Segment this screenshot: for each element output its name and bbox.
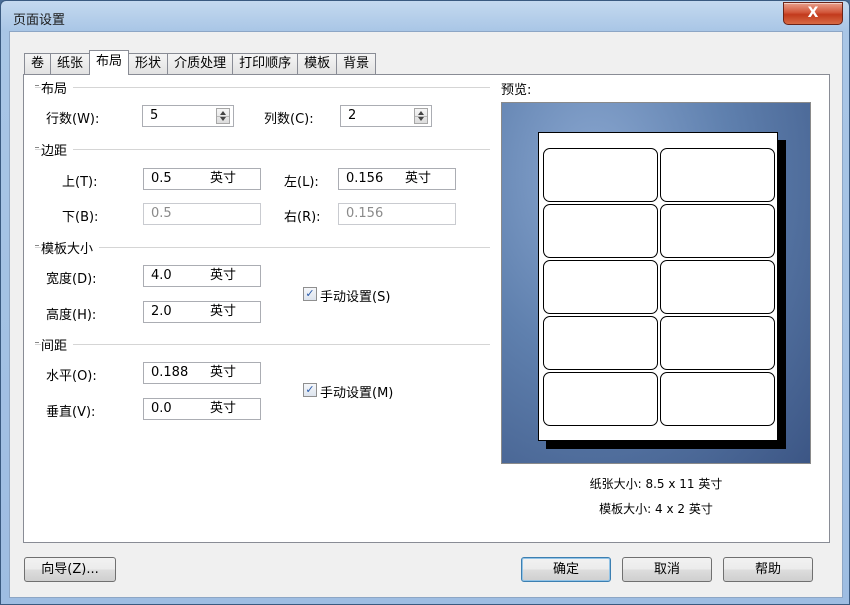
- preview-label-cell: [660, 148, 775, 202]
- left-margin-unit: 英寸: [405, 171, 432, 186]
- tab-strip: 卷 纸张 布局 形状 介质处理 打印顺序 模板 背景: [24, 50, 377, 75]
- preview-label-cell: [543, 204, 658, 258]
- top-margin-label: 上(T):: [62, 175, 98, 190]
- preview-label-cell: [543, 372, 658, 426]
- paper-size-text: 纸张大小: 8.5 x 11 英寸: [589, 477, 723, 491]
- preview-label-cell: [660, 204, 775, 258]
- manual-spacing-checkbox[interactable]: ✓ 手动设置(M): [303, 382, 413, 401]
- ok-button[interactable]: 确定: [521, 557, 611, 582]
- layout-group-label: 布局: [41, 78, 74, 97]
- horizontal-spacing-unit: 英寸: [210, 365, 237, 380]
- preview-label-cell: [543, 316, 658, 370]
- top-margin-unit: 英寸: [210, 171, 237, 186]
- vertical-spacing-label: 垂直(V):: [46, 405, 96, 420]
- label-grid: [543, 148, 775, 426]
- preview-label-cell: [660, 260, 775, 314]
- right-margin-label: 右(R):: [284, 210, 321, 225]
- preview-paper: [538, 132, 778, 441]
- height-field[interactable]: 2.0 英寸: [143, 301, 261, 323]
- height-unit: 英寸: [210, 304, 237, 319]
- tab-volume[interactable]: 卷: [24, 53, 52, 74]
- dialog-title: 页面设置: [13, 13, 66, 28]
- tab-template[interactable]: 模板: [297, 53, 338, 74]
- tab-layout[interactable]: 布局: [89, 50, 130, 75]
- cols-spin-buttons[interactable]: [414, 108, 428, 124]
- tab-paper[interactable]: 纸张: [50, 53, 91, 74]
- height-label: 高度(H):: [46, 308, 97, 323]
- close-button[interactable]: X: [783, 2, 843, 25]
- tab-media-handling[interactable]: 介质处理: [167, 53, 234, 74]
- left-margin-label: 左(L):: [284, 175, 319, 190]
- cols-label: 列数(C):: [264, 112, 314, 127]
- top-margin-field[interactable]: 0.5 英寸: [143, 168, 261, 190]
- height-value: 2.0: [151, 304, 172, 319]
- width-unit: 英寸: [210, 268, 237, 283]
- preview-label-cell: [543, 148, 658, 202]
- bottom-margin-value: 0.5: [151, 206, 172, 221]
- bottom-margin-label: 下(B):: [62, 210, 99, 225]
- top-margin-value: 0.5: [151, 171, 172, 186]
- margins-group-header: 边距: [35, 140, 490, 159]
- right-margin-field: 0.156: [338, 203, 456, 225]
- preview-label: 预览:: [501, 83, 532, 98]
- template-size-text: 模板大小: 4 x 2 英寸: [599, 502, 713, 516]
- horizontal-spacing-value: 0.188: [151, 365, 189, 380]
- spacing-group-header: 间距: [35, 335, 490, 354]
- vertical-spacing-value: 0.0: [151, 401, 172, 416]
- template-size-group-label: 模板大小: [41, 238, 100, 257]
- spacing-group-label: 间距: [41, 335, 74, 354]
- manual-size-label: 手动设置(S): [320, 290, 391, 305]
- page-setup-dialog: 页面设置 X 卷 纸张 布局 形状 介质处理 打印顺序 模板 背景 布局 行数(…: [0, 0, 850, 605]
- width-label: 宽度(D):: [46, 272, 97, 287]
- preview-pane: [501, 102, 811, 464]
- left-margin-field[interactable]: 0.156 英寸: [338, 168, 456, 190]
- checkmark-icon: ✓: [303, 383, 317, 397]
- layout-group-header: 布局: [35, 78, 490, 97]
- bottom-margin-field: 0.5: [143, 203, 261, 225]
- manual-size-checkbox[interactable]: ✓ 手动设置(S): [303, 286, 413, 305]
- tab-shape[interactable]: 形状: [128, 53, 169, 74]
- left-margin-value: 0.156: [346, 171, 384, 186]
- template-size-group-header: 模板大小: [35, 238, 490, 257]
- title-bar[interactable]: 页面设置 X: [1, 1, 849, 33]
- cols-value: 2: [348, 108, 357, 123]
- manual-spacing-label: 手动设置(M): [320, 386, 394, 401]
- margins-group-label: 边距: [41, 140, 74, 159]
- vertical-spacing-unit: 英寸: [210, 401, 237, 416]
- wizard-button[interactable]: 向导(Z)...: [24, 557, 116, 582]
- vertical-spacing-field[interactable]: 0.0 英寸: [143, 398, 261, 420]
- right-margin-value: 0.156: [346, 206, 384, 221]
- width-field[interactable]: 4.0 英寸: [143, 265, 261, 287]
- dialog-body: 卷 纸张 布局 形状 介质处理 打印顺序 模板 背景 布局 行数(W): 5 列…: [9, 31, 843, 598]
- cancel-button[interactable]: 取消: [622, 557, 712, 582]
- checkmark-icon: ✓: [303, 287, 317, 301]
- preview-label-cell: [660, 372, 775, 426]
- width-value: 4.0: [151, 268, 172, 283]
- preview-label-cell: [660, 316, 775, 370]
- rows-value: 5: [150, 108, 159, 123]
- tab-background[interactable]: 背景: [336, 53, 377, 74]
- preview-label-cell: [543, 260, 658, 314]
- rows-label: 行数(W):: [46, 112, 100, 127]
- cols-spinner[interactable]: 2: [340, 105, 432, 127]
- tab-print-order[interactable]: 打印顺序: [232, 53, 299, 74]
- help-button[interactable]: 帮助: [723, 557, 813, 582]
- horizontal-spacing-label: 水平(O):: [46, 369, 97, 384]
- horizontal-spacing-field[interactable]: 0.188 英寸: [143, 362, 261, 384]
- rows-spin-buttons[interactable]: [216, 108, 230, 124]
- rows-spinner[interactable]: 5: [142, 105, 234, 127]
